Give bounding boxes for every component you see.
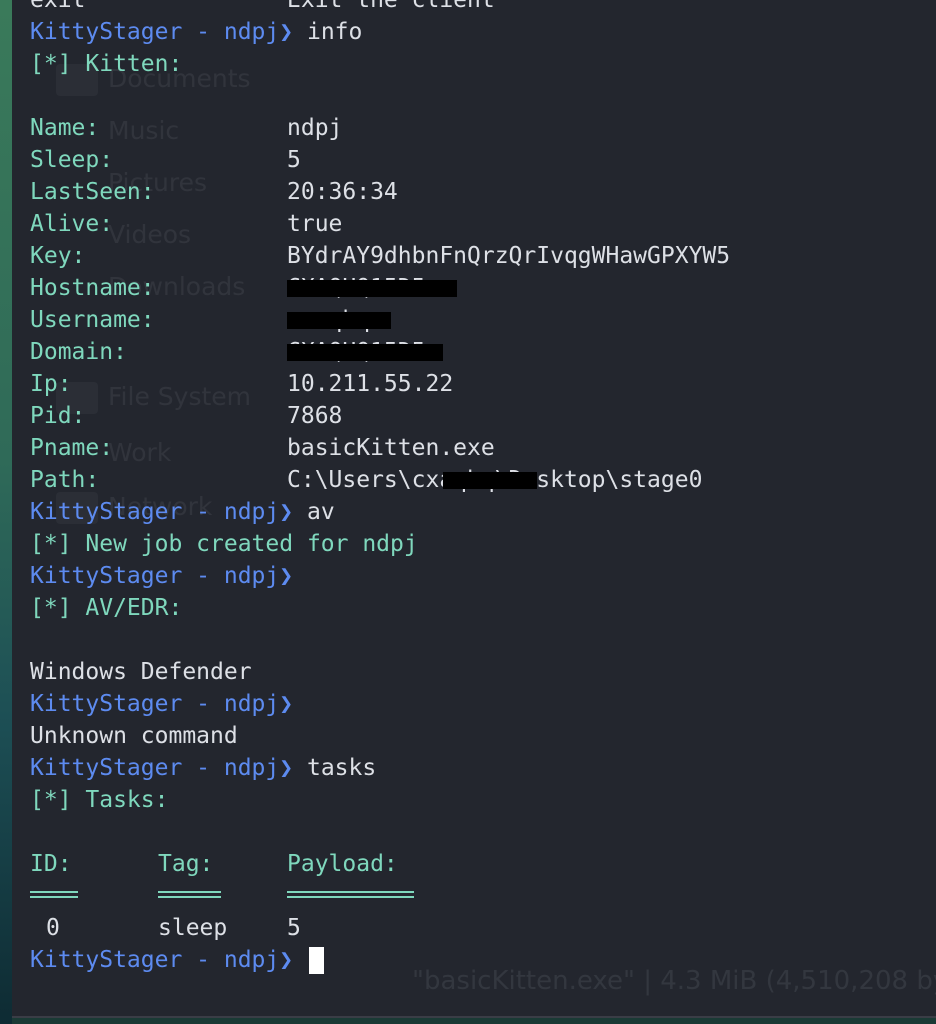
redaction-bar (287, 280, 457, 297)
task-tag: sleep (158, 915, 228, 941)
help-description: Exit the client (287, 0, 495, 13)
info-key: Alive: (30, 211, 114, 237)
task-column-header: ID: (30, 851, 72, 877)
info-value: basicKitten.exe (287, 435, 495, 461)
desktop-background-strip (0, 0, 12, 1024)
info-row-path: Path:C:\Users\cxaqhq\Desktop\stage0 (30, 464, 730, 496)
job-created-message: [*] New job created for ndpj (30, 531, 418, 557)
prompt-line: KittyStager - ndpj❯ info (30, 16, 730, 48)
shell-prompt: KittyStager - ndpj❯ (30, 947, 294, 973)
info-key: Hostname: (30, 275, 155, 301)
previous-help-line: exit Exit the client (30, 0, 730, 16)
task-column-header: Payload: (287, 851, 398, 877)
info-key: Pname: (30, 435, 114, 461)
info-value: 5 (287, 147, 301, 173)
terminal-window[interactable]: Documents Music Pictures Videos Download… (12, 0, 936, 1018)
table-underline (30, 891, 78, 898)
task-table-rule (30, 880, 730, 912)
info-value: 7868 (287, 403, 343, 429)
info-row-domain: Domain:CXAQHQ15D5 (30, 336, 730, 368)
info-row-pid: Pid: 7868 (30, 400, 730, 432)
info-value: ndpj (287, 115, 343, 141)
typed-command: av (306, 499, 335, 525)
info-row-pname: Pname: basicKitten.exe (30, 432, 730, 464)
task-payload: 5 (287, 915, 301, 941)
info-value: true (287, 211, 343, 237)
task-table-row: 0 sleep 5 (30, 912, 730, 944)
info-key: Username: (30, 307, 155, 333)
info-value: 10.211.55.22 (287, 371, 454, 397)
av-result: Windows Defender (30, 659, 252, 685)
prompt-line: KittyStager - ndpj❯ tasks (30, 752, 730, 784)
tasks-header: [*] Tasks: (30, 787, 169, 813)
prompt-line: KittyStager - ndpj❯ av (30, 496, 730, 528)
redaction-bar (443, 472, 537, 489)
av-header: [*] AV/EDR: (30, 595, 183, 621)
info-row-lastseen: LastSeen: 20:36:34 (30, 176, 730, 208)
task-table-header: ID: Tag: Payload: (30, 848, 730, 880)
shell-prompt: KittyStager - ndpj❯ (30, 691, 294, 717)
info-key: Sleep: (30, 147, 114, 173)
info-row-name: Name: ndpj (30, 112, 730, 144)
info-key: Pid: (30, 403, 86, 429)
info-row-alive: Alive: true (30, 208, 730, 240)
prompt-line: KittyStager - ndpj❯ (30, 688, 730, 720)
prompt-line: KittyStager - ndpj❯ (30, 560, 730, 592)
info-row-username: Username:cxaqhq (30, 304, 730, 336)
info-key: Ip: (30, 371, 72, 397)
info-key: Path: (30, 467, 100, 493)
text-cursor[interactable] (308, 947, 324, 974)
shell-prompt: KittyStager - ndpj❯ (30, 19, 294, 45)
typed-command: tasks (306, 755, 377, 781)
task-column-header: Tag: (158, 851, 214, 877)
typed-command: info (306, 19, 363, 45)
info-row-key: Key: BYdrAY9dhbnFnQrzQrIvqgWHawGPXYW5 (30, 240, 730, 272)
info-key: LastSeen: (30, 179, 155, 205)
ghost-status-text: "basicKitten.exe" | 4.3 MiB (4,510,208 b… (412, 966, 936, 996)
redaction-bar (287, 344, 443, 361)
table-underline (158, 891, 221, 898)
task-id: 0 (46, 915, 60, 941)
info-key: Name: (30, 115, 100, 141)
info-key: Key: (30, 243, 86, 269)
shell-prompt: KittyStager - ndpj❯ (30, 563, 294, 589)
redaction-bar (287, 312, 391, 329)
shell-prompt: KittyStager - ndpj❯ (30, 499, 294, 525)
info-row-ip: Ip: 10.211.55.22 (30, 368, 730, 400)
help-command: exit (30, 0, 86, 13)
info-row-sleep: Sleep: 5 (30, 144, 730, 176)
terminal-output: exit Exit the client KittyStager - ndpj❯ … (30, 0, 730, 976)
info-key: Domain: (30, 339, 127, 365)
unknown-command-message: Unknown command (30, 723, 238, 749)
info-value: BYdrAY9dhbnFnQrzQrIvqgWHawGPXYW5 (287, 243, 731, 269)
table-underline (287, 891, 414, 898)
kitten-header: [*] Kitten: (30, 51, 183, 77)
info-value: 20:36:34 (287, 179, 398, 205)
info-row-hostname: Hostname:CXAQHQ15D5 (30, 272, 730, 304)
shell-prompt: KittyStager - ndpj❯ (30, 755, 294, 781)
